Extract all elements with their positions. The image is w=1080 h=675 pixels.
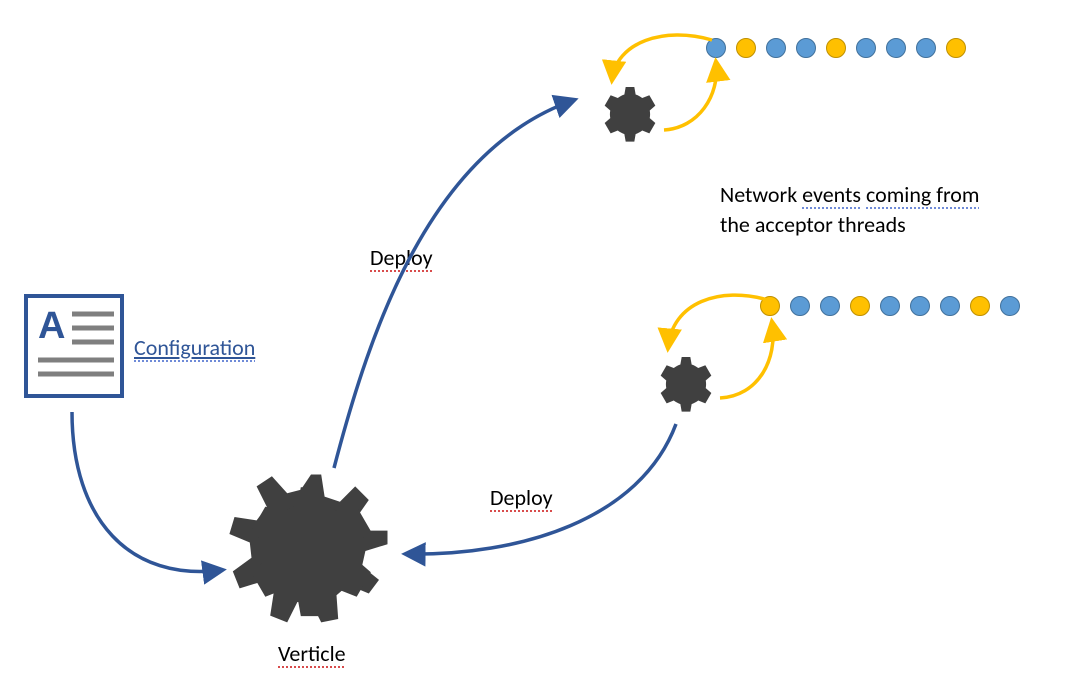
arrow-config-to-verticle xyxy=(72,412,222,571)
svg-text:A: A xyxy=(38,305,65,347)
event-dot xyxy=(766,38,786,58)
event-dot xyxy=(826,38,846,58)
event-dot xyxy=(856,38,876,58)
event-queue-top xyxy=(706,38,966,58)
deploy-top-label: Deploy xyxy=(370,244,433,271)
arrow-gear-to-queue-top xyxy=(664,62,716,130)
event-dot xyxy=(790,296,810,316)
event-dot xyxy=(916,38,936,58)
gear-small-bottom-icon xyxy=(650,348,722,420)
event-dot xyxy=(706,38,726,58)
configuration-label: Configuration xyxy=(134,334,255,361)
event-dot xyxy=(850,296,870,316)
deploy-bottom-label: Deploy xyxy=(490,484,553,511)
document-icon: A xyxy=(16,288,136,408)
event-dot xyxy=(820,296,840,316)
event-dot xyxy=(760,296,780,316)
event-dot xyxy=(1000,296,1020,316)
arrow-queue-to-gear-top xyxy=(612,35,712,80)
arrow-queue-to-gear-bottom xyxy=(668,295,768,348)
event-dot xyxy=(970,296,990,316)
arrow-gear-to-queue-bottom xyxy=(720,322,773,398)
event-dot xyxy=(886,38,906,58)
gear-large-overlay-icon xyxy=(226,466,396,636)
event-dot xyxy=(736,38,756,58)
event-dot xyxy=(910,296,930,316)
event-dot xyxy=(880,296,900,316)
gear-small-top-icon xyxy=(594,78,666,150)
event-queue-bottom xyxy=(760,296,1020,316)
event-dot xyxy=(940,296,960,316)
event-dot xyxy=(796,38,816,58)
event-dot xyxy=(946,38,966,58)
verticle-label: Verticle xyxy=(278,640,346,667)
arrow-deploy-top xyxy=(334,100,574,468)
network-events-text: Network events coming from the acceptor … xyxy=(720,180,979,239)
